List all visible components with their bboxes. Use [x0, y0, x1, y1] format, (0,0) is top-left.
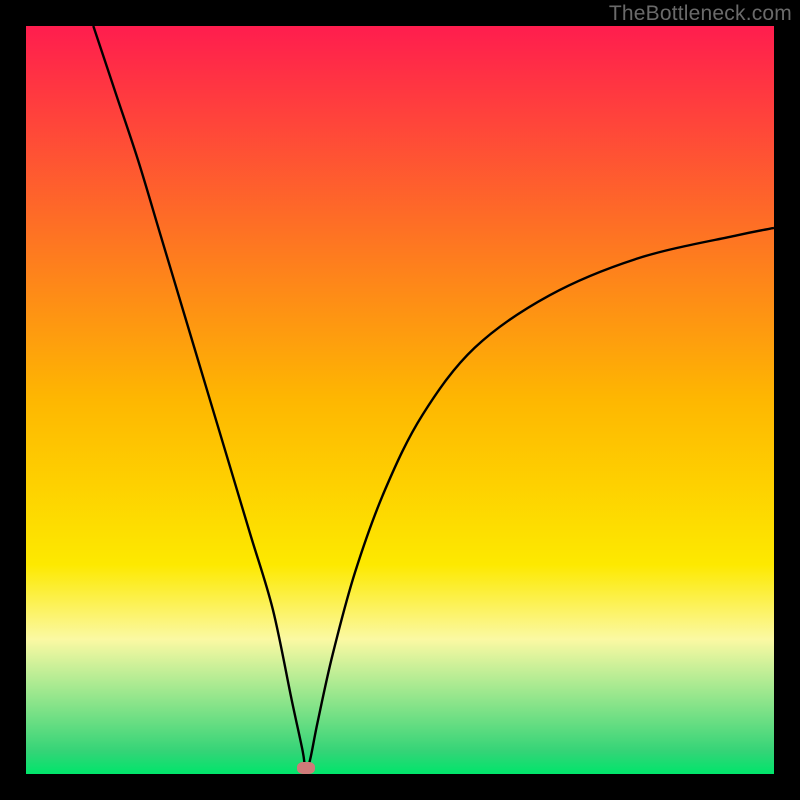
chart-background	[26, 26, 774, 774]
attribution-text: TheBottleneck.com	[609, 2, 792, 26]
chart-plot-svg	[26, 26, 774, 774]
chart-frame	[26, 26, 774, 774]
optimum-marker	[297, 762, 315, 774]
